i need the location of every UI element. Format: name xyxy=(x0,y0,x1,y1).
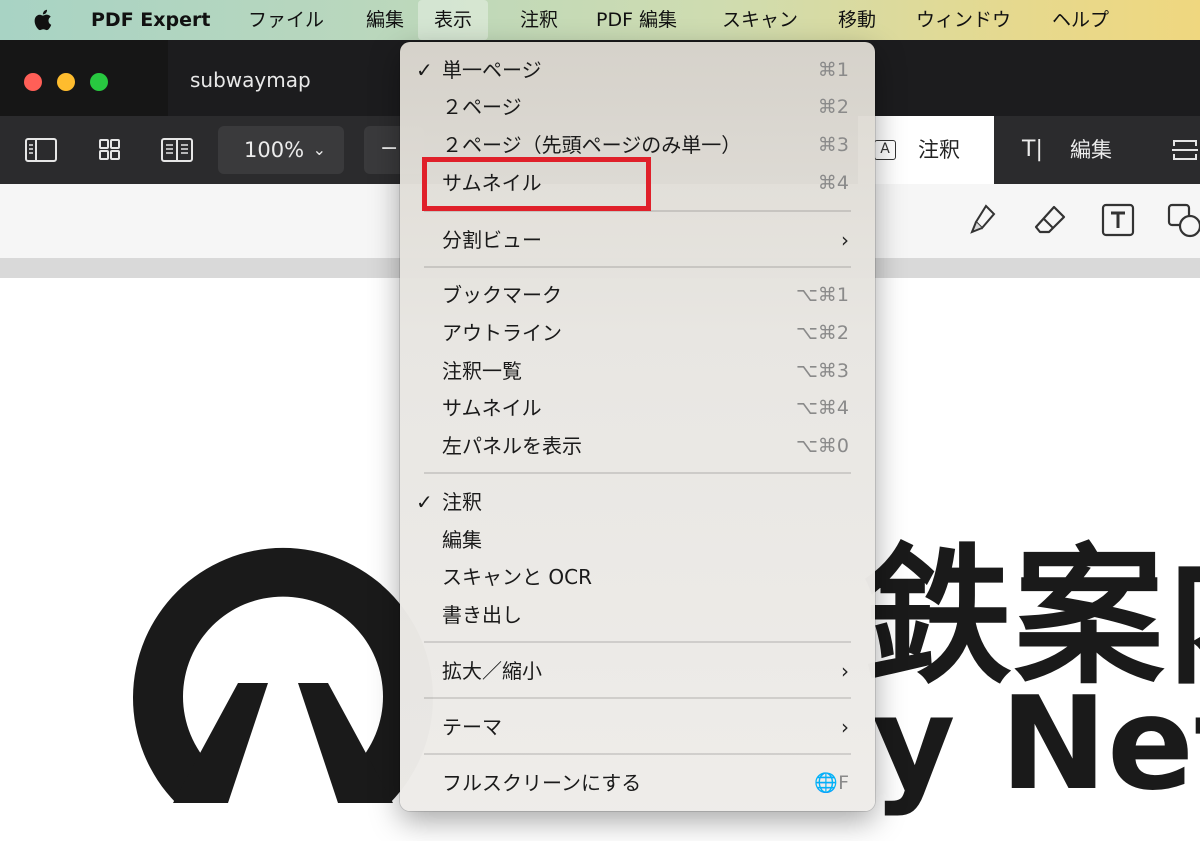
mode-edit-label: 編集 xyxy=(1070,138,1112,162)
menu-item-single-page[interactable]: ✓ 単一ページ ⌘1 xyxy=(400,52,875,88)
menu-help[interactable]: ヘルプ xyxy=(1052,0,1109,40)
highlight-annotation-box xyxy=(422,157,651,211)
chevron-right-icon: › xyxy=(841,659,849,683)
window-maximize-button[interactable] xyxy=(90,73,108,91)
shortcut-label: ⌘2 xyxy=(817,96,849,118)
menu-go[interactable]: 移動 xyxy=(838,0,876,40)
menu-item-thumbnail-panel[interactable]: サムネイル ⌥⌘4 xyxy=(400,390,875,426)
menu-edit[interactable]: 編集 xyxy=(366,0,404,40)
menu-window[interactable]: ウィンドウ xyxy=(916,0,1011,40)
menu-view[interactable]: 表示 xyxy=(418,0,489,40)
menu-item-outline[interactable]: アウトライン ⌥⌘2 xyxy=(400,315,875,351)
text-edit-icon: T| xyxy=(1022,137,1043,162)
menu-item-zoom[interactable]: 拡大／縮小 › xyxy=(400,653,875,689)
view-menu-dropdown: ✓ 単一ページ ⌘1 ２ページ ⌘2 ２ページ（先頭ページのみ単一） ⌘3 サム… xyxy=(400,42,875,811)
shortcut-label: ⌘4 xyxy=(817,172,849,194)
minus-icon: − xyxy=(380,136,399,161)
eraser-icon[interactable] xyxy=(1032,202,1068,238)
menu-item-export[interactable]: 書き出し xyxy=(400,597,875,633)
chevron-right-icon: › xyxy=(841,715,849,739)
shortcut-label: ⌥⌘2 xyxy=(796,322,849,344)
menu-item-two-pages[interactable]: ２ページ ⌘2 xyxy=(400,89,875,125)
menu-item-split-view[interactable]: 分割ビュー › xyxy=(400,222,875,258)
mode-annotate-label: 注釈 xyxy=(918,138,960,162)
menu-item-bookmarks[interactable]: ブックマーク ⌥⌘1 xyxy=(400,277,875,313)
menu-file[interactable]: ファイル xyxy=(248,0,324,40)
menu-item-fullscreen[interactable]: フルスクリーンにする 🌐F xyxy=(400,765,875,801)
app-menu[interactable]: PDF Expert xyxy=(91,0,210,40)
menu-bar: PDF Expert ファイル 編集 表示 注釈 PDF 編集 スキャン 移動 … xyxy=(0,0,1200,40)
text-box-icon[interactable] xyxy=(1100,202,1136,238)
shortcut-label: ⌘1 xyxy=(817,59,849,81)
document-heading-en: y Netw xyxy=(872,670,1200,819)
menu-item-theme[interactable]: テーマ › xyxy=(400,709,875,745)
apple-icon[interactable] xyxy=(33,8,55,32)
checkmark-icon: ✓ xyxy=(416,490,433,514)
shortcut-label: 🌐F xyxy=(814,772,849,794)
shapes-icon[interactable] xyxy=(1166,202,1200,238)
scan-mode-icon[interactable] xyxy=(1170,136,1200,164)
chevron-down-icon: ⌄ xyxy=(312,140,326,159)
menu-item-scan-ocr[interactable]: スキャンと OCR xyxy=(400,559,875,595)
menu-separator xyxy=(424,472,851,474)
zoom-value: 100% xyxy=(244,138,305,162)
reader-view-icon[interactable] xyxy=(160,136,194,164)
menu-scan[interactable]: スキャン xyxy=(722,0,798,40)
sidebar-toggle-icon[interactable] xyxy=(24,136,58,164)
menu-item-show-left-panel[interactable]: 左パネルを表示 ⌥⌘0 xyxy=(400,428,875,464)
shortcut-label: ⌥⌘3 xyxy=(796,360,849,382)
menu-separator xyxy=(424,697,851,699)
subway-logo xyxy=(133,547,434,803)
highlighter-icon[interactable] xyxy=(966,202,1002,238)
checkmark-icon: ✓ xyxy=(416,58,433,82)
menu-annotate[interactable]: 注釈 xyxy=(520,0,558,40)
mode-edit-tab[interactable]: T| 編集 xyxy=(1022,116,1112,184)
chevron-right-icon: › xyxy=(841,228,849,252)
grid-view-icon[interactable] xyxy=(92,136,126,164)
document-tab[interactable]: subwaymap xyxy=(190,68,311,92)
menu-item-annotate-mode[interactable]: ✓ 注釈 xyxy=(400,484,875,520)
menu-separator xyxy=(424,753,851,755)
menu-pdf-edit[interactable]: PDF 編集 xyxy=(596,0,677,40)
menu-item-edit-mode[interactable]: 編集 xyxy=(400,522,875,558)
shortcut-label: ⌥⌘0 xyxy=(796,435,849,457)
shortcut-label: ⌥⌘1 xyxy=(796,284,849,306)
menu-item-annotation-list[interactable]: 注釈一覧 ⌥⌘3 xyxy=(400,353,875,389)
zoom-select[interactable]: 100% ⌄ xyxy=(218,126,344,174)
shortcut-label: ⌥⌘4 xyxy=(796,397,849,419)
shortcut-label: ⌘3 xyxy=(817,134,849,156)
menu-separator xyxy=(424,641,851,643)
window-minimize-button[interactable] xyxy=(57,73,75,91)
window-close-button[interactable] xyxy=(24,73,42,91)
menu-separator xyxy=(424,266,851,268)
annotate-mode-icon: A xyxy=(874,140,896,160)
